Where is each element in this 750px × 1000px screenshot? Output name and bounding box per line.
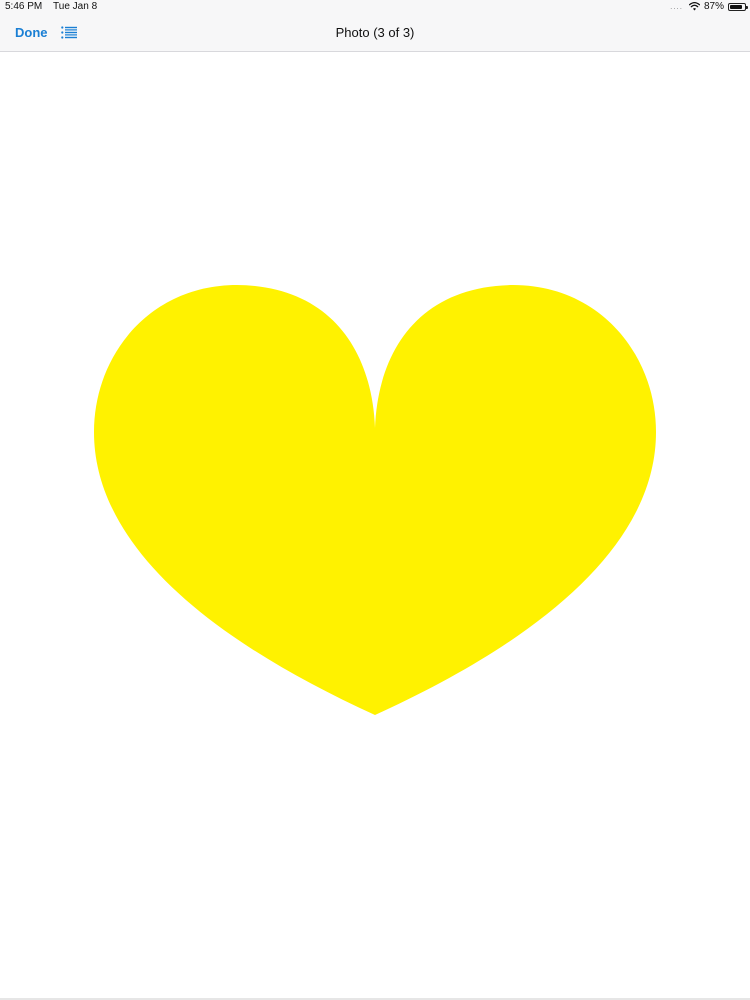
status-bar: 5:46 PM Tue Jan 8 .... 87% bbox=[0, 0, 750, 14]
status-left: 5:46 PM Tue Jan 8 bbox=[5, 1, 97, 12]
nav-bar: Done Photo (3 of 3) bbox=[0, 14, 750, 52]
status-time: 5:46 PM bbox=[5, 1, 43, 12]
signal-dots: .... bbox=[670, 2, 683, 11]
status-date: Tue Jan 8 bbox=[53, 1, 98, 12]
battery-percent: 87% bbox=[703, 1, 724, 12]
battery-fill bbox=[730, 4, 743, 9]
wifi-icon bbox=[688, 2, 700, 11]
status-right: .... 87% bbox=[670, 1, 748, 12]
heart-image bbox=[94, 285, 656, 715]
page-title: Photo (3 of 3) bbox=[335, 25, 415, 40]
battery-icon bbox=[728, 2, 748, 11]
photo-viewer[interactable] bbox=[0, 52, 750, 998]
